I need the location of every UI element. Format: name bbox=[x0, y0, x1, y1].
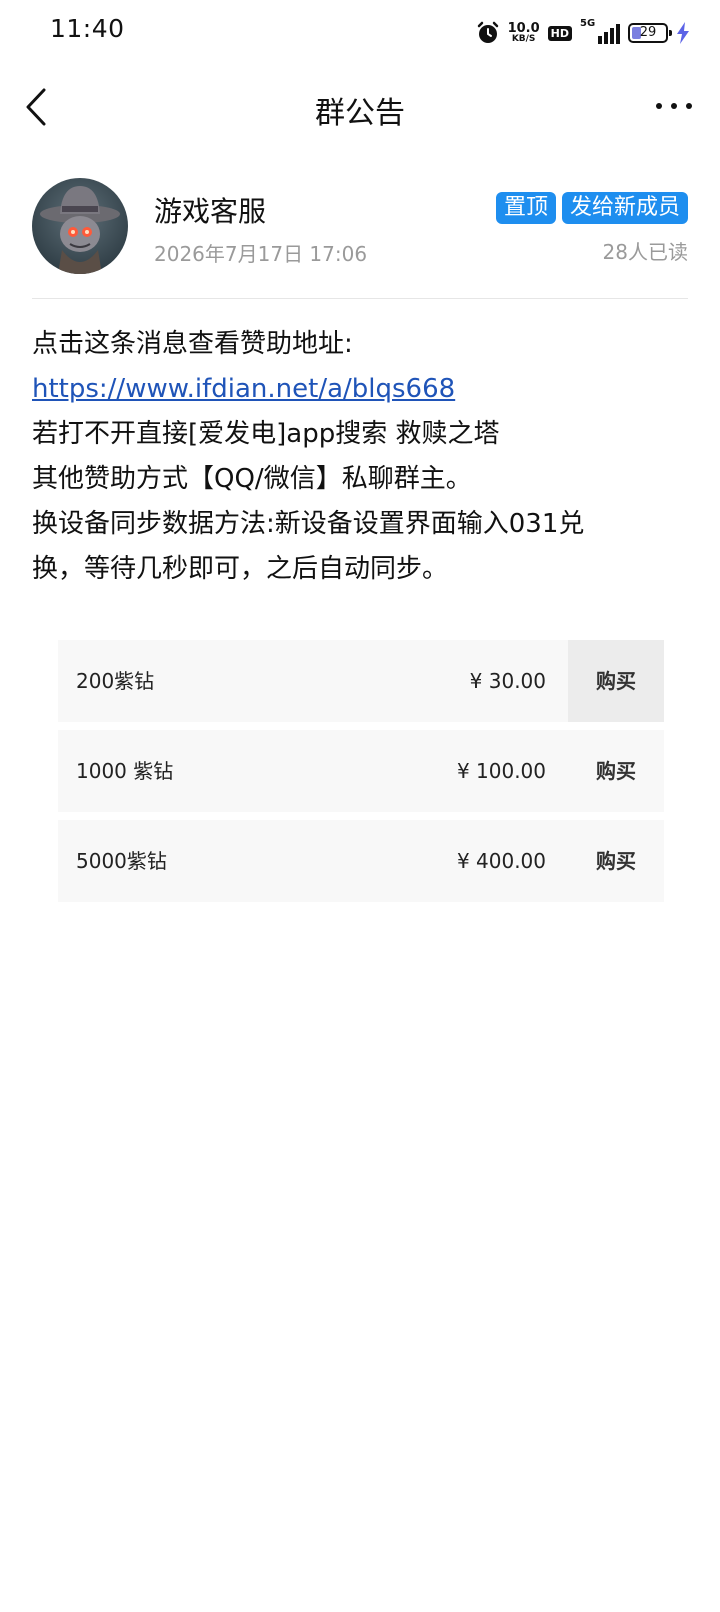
divider bbox=[32, 298, 688, 299]
author-name: 游戏客服 bbox=[154, 195, 267, 228]
post-timestamp: 2026年7月17日 17:06 bbox=[154, 242, 368, 266]
sponsor-link[interactable]: https://www.ifdian.net/a/blqs668 bbox=[32, 374, 455, 404]
buy-button[interactable]: 购买 bbox=[568, 730, 664, 812]
battery-percent: 29 bbox=[639, 25, 657, 40]
body-line: 其他赞助方式【QQ/微信】私聊群主。 bbox=[32, 464, 472, 494]
announcement-header: 游戏客服 2026年7月17日 17:06 置顶 发给新成员 28人已读 bbox=[32, 178, 688, 278]
body-line-link: https://www.ifdian.net/a/blqs668 bbox=[32, 367, 692, 412]
product-row: 5000紫钻 ¥ 400.00 购买 bbox=[58, 820, 664, 902]
status-icons: 10.0 KB/S HD 5G 29 bbox=[476, 18, 690, 48]
product-name: 5000紫钻 bbox=[76, 849, 167, 873]
more-button[interactable] bbox=[656, 94, 692, 118]
buy-button[interactable]: 购买 bbox=[568, 820, 664, 902]
body-line: 换，等待几秒即可，之后自动同步。 bbox=[32, 554, 449, 584]
charging-icon bbox=[677, 22, 689, 44]
battery-icon: 29 bbox=[628, 23, 672, 43]
product-row: 1000 紫钻 ¥ 100.00 购买 bbox=[58, 730, 664, 812]
avatar[interactable] bbox=[32, 178, 128, 274]
product-name: 200紫钻 bbox=[76, 669, 155, 693]
hd-icon: HD bbox=[547, 25, 572, 41]
avatar-image bbox=[32, 178, 128, 274]
send-to-new-members-badge: 发给新成员 bbox=[561, 192, 688, 224]
pinned-badge: 置顶 bbox=[495, 192, 556, 224]
more-icon-dot bbox=[671, 103, 677, 109]
product-list: 200紫钻 ¥ 30.00 购买 1000 紫钻 ¥ 100.00 购买 500… bbox=[58, 640, 664, 910]
nav-bar: 群公告 bbox=[0, 64, 720, 150]
more-icon-dot bbox=[686, 103, 692, 109]
signal-icon: 5G bbox=[580, 18, 620, 46]
product-price: ¥ 400.00 bbox=[456, 849, 546, 873]
product-name: 1000 紫钻 bbox=[76, 759, 174, 783]
buy-button[interactable]: 购买 bbox=[568, 640, 664, 722]
signal-bars bbox=[598, 24, 620, 44]
product-row: 200紫钻 ¥ 30.00 购买 bbox=[58, 640, 664, 722]
network-speed-unit: KB/S bbox=[511, 34, 536, 44]
page-title: 群公告 bbox=[315, 96, 405, 131]
product-price: ¥ 100.00 bbox=[456, 759, 546, 783]
body-line: 若打不开直接[爱发电]app搜索 救赎之塔 bbox=[32, 419, 500, 449]
alarm-icon bbox=[477, 21, 498, 43]
body-line: 换设备同步数据方法:新设备设置界面输入031兑 bbox=[32, 509, 585, 539]
network-type-label: 5G bbox=[580, 18, 596, 29]
product-price: ¥ 30.00 bbox=[469, 669, 546, 693]
status-time: 11:40 bbox=[50, 14, 125, 43]
status-bar: 11:40 10.0 KB/S HD 5G 29 bbox=[0, 0, 720, 64]
more-icon bbox=[656, 103, 662, 109]
network-speed: 10.0 KB/S bbox=[508, 22, 540, 44]
body-line: 点击这条消息查看赞助地址: bbox=[32, 329, 353, 359]
announcement-body: 点击这条消息查看赞助地址: https://www.ifdian.net/a/b… bbox=[32, 322, 692, 592]
read-count[interactable]: 28人已读 bbox=[603, 236, 688, 265]
